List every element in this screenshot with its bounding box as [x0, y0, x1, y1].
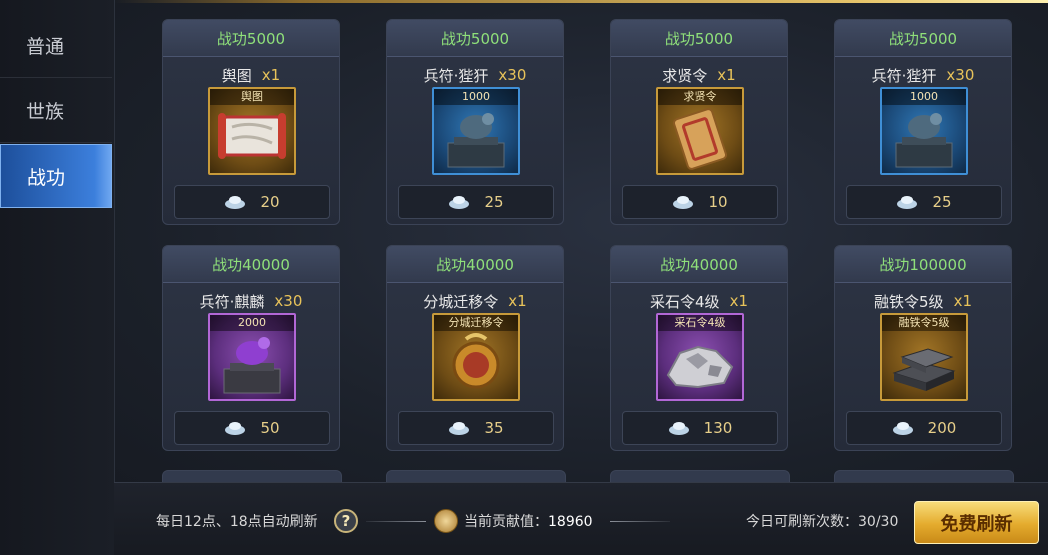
shop-card[interactable]: 战功5000 求贤令 x1 求贤令 10	[610, 19, 788, 225]
contribution-display: 当前贡献值：18960	[464, 511, 593, 531]
tab-shizu[interactable]: 世族	[0, 79, 112, 143]
silver-ingot-icon	[449, 196, 470, 209]
card-item-name: 求贤令 x1	[611, 65, 787, 85]
price-value: 10	[708, 193, 728, 211]
item-quantity: x30	[274, 292, 303, 310]
price-box: 50	[174, 411, 330, 445]
item-name: 兵符·麒麟	[199, 292, 265, 311]
shop-card[interactable]: 战功40000 兵符·麒麟 x30 2000 50	[162, 245, 340, 451]
card-requirement: 战功5000	[387, 20, 563, 57]
silver-ingot-icon	[225, 196, 246, 209]
shop-screen: 普通 世族 战功 战功5000 舆图 x1 舆图 20 战功5000 兵符·狴犴 x…	[0, 0, 1048, 555]
shop-card[interactable]: 战功40000 分城迁移令 x1 分城迁移令 35	[386, 245, 564, 451]
item-slot[interactable]: 2000	[208, 313, 296, 401]
item-name: 融铁令5级	[874, 292, 944, 311]
shop-card[interactable]: 战功100000 融铁令5级 x1 融铁令5级 200	[834, 245, 1012, 451]
silver-ingot-icon	[225, 422, 246, 435]
item-quantity: x30	[946, 66, 975, 84]
price-value: 25	[932, 193, 952, 211]
purple-seal-icon	[223, 337, 281, 394]
card-item-name: 采石令4级 x1	[611, 291, 787, 311]
price-box: 130	[622, 411, 778, 445]
card-requirement: 战功5000	[835, 20, 1011, 57]
shop-card[interactable]: 战功40000 采石令4级 x1 采石令4级 130	[610, 245, 788, 451]
card-item-name: 融铁令5级 x1	[835, 291, 1011, 311]
item-name: 兵符·狴犴	[423, 66, 489, 85]
contribution-label: 当前贡献值：	[464, 514, 548, 530]
bronze-seal-icon	[895, 113, 953, 168]
silver-ingot-icon	[449, 422, 470, 435]
item-quantity: x1	[508, 292, 527, 310]
price-value: 130	[703, 419, 733, 437]
price-value: 20	[260, 193, 280, 211]
refresh-count: 今日可刷新次数：30/30	[746, 514, 899, 530]
help-icon[interactable]: ?	[334, 509, 358, 533]
relocation-token-icon	[452, 333, 500, 389]
iron-ingot-icon	[892, 348, 956, 391]
sidebar: 普通 世族 战功	[0, 0, 115, 555]
item-name: 采石令4级	[650, 292, 720, 311]
silver-ingot-icon	[668, 422, 689, 435]
card-requirement: 战功40000	[387, 246, 563, 283]
tab-putong[interactable]: 普通	[0, 14, 112, 78]
tab-zhangong[interactable]: 战功	[0, 144, 112, 208]
price-value: 35	[484, 419, 504, 437]
card-requirement: 战功5000	[611, 20, 787, 57]
card-item-name: 兵符·狴犴 x30	[835, 65, 1011, 85]
price-box: 35	[398, 411, 554, 445]
price-value: 50	[260, 419, 280, 437]
item-quantity: x30	[498, 66, 527, 84]
shop-card[interactable]: 战功5000 兵符·狴犴 x30 1000 25	[834, 19, 1012, 225]
card-requirement: 战功5000	[163, 20, 339, 57]
item-name: 分城迁移令	[423, 292, 499, 311]
item-name: 兵符·狴犴	[871, 66, 937, 85]
shop-card[interactable]: 战功5000 兵符·狴犴 x30 1000 25	[386, 19, 564, 225]
card-item-name: 舆图 x1	[163, 65, 339, 85]
card-item-name: 兵符·麒麟 x30	[163, 291, 339, 311]
free-refresh-button[interactable]: 免费刷新	[914, 501, 1039, 544]
item-slot[interactable]: 1000	[880, 87, 968, 175]
price-box: 25	[398, 185, 554, 219]
shop-card[interactable]: 战功5000 舆图 x1 舆图 20	[162, 19, 340, 225]
item-slot[interactable]: 采石令4级	[656, 313, 744, 401]
price-value: 25	[484, 193, 504, 211]
item-slot[interactable]: 舆图	[208, 87, 296, 175]
item-slot[interactable]: 分城迁移令	[432, 313, 520, 401]
card-item-name: 兵符·狴犴 x30	[387, 65, 563, 85]
stone-ore-icon	[666, 345, 734, 389]
price-box: 25	[846, 185, 1002, 219]
silver-ingot-icon	[897, 196, 918, 209]
item-quantity: x1	[953, 292, 972, 310]
item-quantity: x1	[717, 66, 736, 84]
bronze-seal-icon	[447, 113, 505, 168]
refresh-note: 每日12点、18点自动刷新	[156, 514, 318, 530]
card-item-name: 分城迁移令 x1	[387, 291, 563, 311]
divider-arrow-left	[366, 521, 426, 522]
contribution-medal-icon	[434, 509, 458, 533]
item-quantity: x1	[729, 292, 748, 310]
divider-arrow-right	[610, 521, 670, 522]
bottom-bar: 每日12点、18点自动刷新 ? 当前贡献值：18960 今日可刷新次数：30/3…	[114, 482, 1048, 555]
price-box: 10	[622, 185, 778, 219]
item-name: 舆图	[221, 66, 252, 85]
golden-tablet-icon	[672, 108, 728, 170]
price-box: 200	[846, 411, 1002, 445]
silver-ingot-icon	[673, 196, 694, 209]
item-slot[interactable]: 融铁令5级	[880, 313, 968, 401]
price-box: 20	[174, 185, 330, 219]
contribution-value: 18960	[548, 514, 593, 530]
price-value: 200	[927, 419, 957, 437]
map-scroll-icon	[218, 113, 286, 159]
item-slot[interactable]: 1000	[432, 87, 520, 175]
card-requirement: 战功40000	[163, 246, 339, 283]
card-requirement: 战功40000	[611, 246, 787, 283]
item-quantity: x1	[261, 66, 281, 84]
top-gold-line	[114, 0, 1048, 3]
item-slot[interactable]: 求贤令	[656, 87, 744, 175]
silver-ingot-icon	[892, 422, 913, 435]
card-requirement: 战功100000	[835, 246, 1011, 283]
item-name: 求贤令	[662, 66, 708, 85]
